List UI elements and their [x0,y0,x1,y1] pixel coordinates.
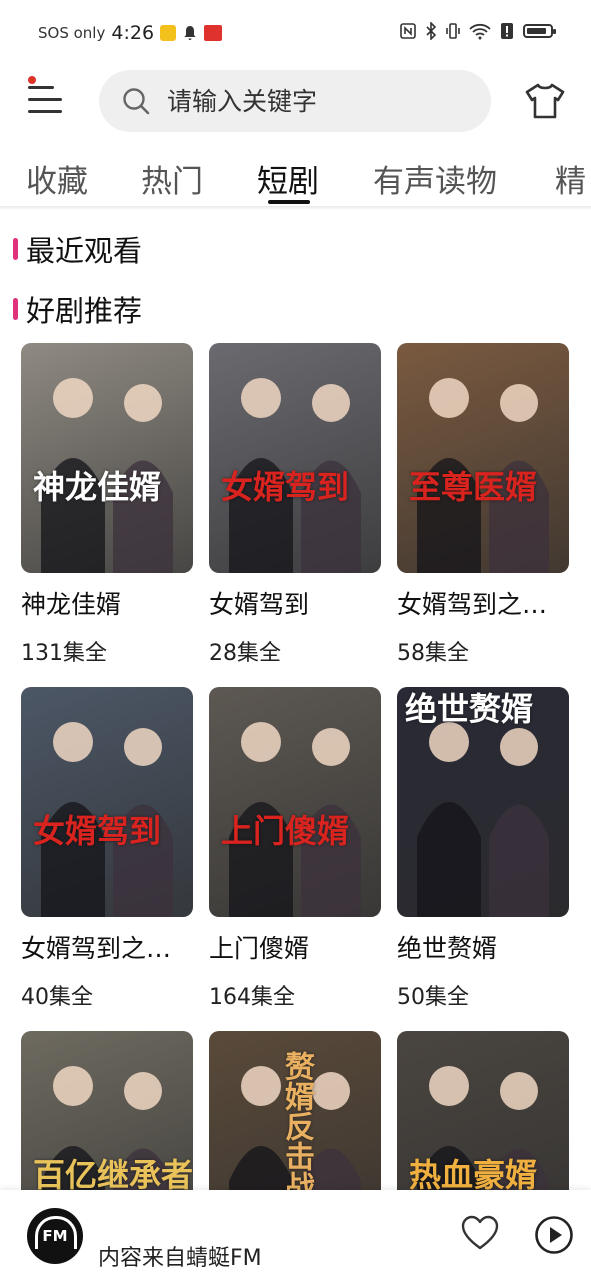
status-bar: SOS only 4:26 [0,0,591,64]
recommend-section-header: 好剧推荐 [13,288,142,330]
bluetooth-icon [426,22,437,40]
menu-line [28,86,54,89]
tab-hot[interactable]: 热门 [141,156,203,201]
section-accent-bar [13,238,18,260]
drama-title: 女婿驾到之至尊医婿 [397,590,569,619]
search-input[interactable] [165,85,469,117]
app-notification-icon [160,25,177,41]
section-title: 最近观看 [26,234,143,268]
poster-title-text: 百亿继承者 [33,1156,193,1194]
drama-card[interactable]: 女婿驾到 女婿驾到 28集全 [209,343,381,667]
drama-title: 女婿驾到之王者归来 [21,934,193,963]
recent-section-header[interactable]: 最近观看 [13,228,142,270]
drama-card[interactable]: 神龙佳婿 神龙佳婿 131集全 [21,343,193,667]
poster-title-text: 女婿驾到 [33,812,162,850]
drama-title: 上门傻婿 [209,934,310,963]
drama-title: 女婿驾到 [209,590,310,619]
tab-favorites[interactable]: 收藏 [26,156,88,201]
drama-poster[interactable]: 神龙佳婿 [21,343,193,573]
drama-poster[interactable]: 上门傻婿 [209,687,381,917]
battery-icon [523,24,556,38]
play-icon[interactable] [534,1215,574,1255]
section-accent-bar [13,298,18,320]
episode-count: 131集全 [21,641,107,666]
bell-icon [184,26,196,40]
content-source-text: 内容来自蜻蜓FM [98,1246,262,1271]
tshirt-icon[interactable] [524,82,566,120]
poster-title-text: 神龙佳婿 [33,468,162,506]
alert-signal-icon [501,23,513,39]
wifi-icon [469,23,491,40]
drama-title: 绝世赘婿 [397,934,498,963]
drama-card[interactable]: 上门傻婿 上门傻婿 164集全 [209,687,381,1011]
search-icon [123,88,150,115]
news-app-icon [204,25,223,41]
section-title: 好剧推荐 [26,294,143,328]
active-tab-indicator [268,200,310,204]
drama-title: 神龙佳婿 [21,590,122,619]
episode-count: 58集全 [397,641,469,666]
poster-title-text: 至尊医婿 [409,468,538,506]
carrier-text: SOS only [38,24,106,42]
clock: 4:26 [111,22,155,44]
poster-title-text: 热血豪婿 [409,1156,538,1194]
drama-poster[interactable]: 女婿驾到 [209,343,381,573]
episode-count: 50集全 [397,985,469,1010]
poster-title-text: 绝世赘婿 [405,690,534,728]
notification-dot [28,76,36,84]
vibrate-icon [446,23,460,39]
episode-count: 40集全 [21,985,93,1010]
drama-poster[interactable]: 女婿驾到 [21,687,193,917]
fm-logo-text: FM [42,1227,68,1245]
search-bar[interactable] [99,70,491,132]
drama-card[interactable]: 至尊医婿女婿驾到之至尊医婿 58集全 [397,343,569,667]
status-left: SOS only 4:26 [38,22,223,44]
mini-player[interactable]: FM 内容来自蜻蜓FM [0,1190,591,1280]
battery-fill [527,28,546,34]
poster-title-text: 女婿驾到 [221,468,350,506]
poster-title-text: 赘婿反击战 [279,1051,314,1201]
drama-poster[interactable]: 绝世赘婿 [397,687,569,917]
menu-line [28,98,62,101]
episode-count: 28集全 [209,641,281,666]
heart-icon[interactable] [461,1215,499,1251]
nfc-icon [400,23,416,39]
tab-featured[interactable]: 精 [555,156,586,201]
drama-poster[interactable]: 至尊医婿 [397,343,569,573]
episode-count: 164集全 [209,985,295,1010]
drama-card[interactable]: 女婿驾到女婿驾到之王者归来 40集全 [21,687,193,1011]
category-tabs: 收藏 热门 短剧 有声读物 精 [0,150,591,206]
poster-title-text: 上门傻婿 [221,812,350,850]
status-right [400,22,556,40]
drama-card[interactable]: 绝世赘婿 绝世赘婿 50集全 [397,687,569,1011]
tab-audiobooks[interactable]: 有声读物 [373,156,497,201]
fm-logo: FM [27,1208,83,1264]
menu-button[interactable] [26,76,70,122]
tabs-divider [0,206,591,210]
menu-line [28,110,62,113]
tab-short-drama[interactable]: 短剧 [257,156,319,201]
